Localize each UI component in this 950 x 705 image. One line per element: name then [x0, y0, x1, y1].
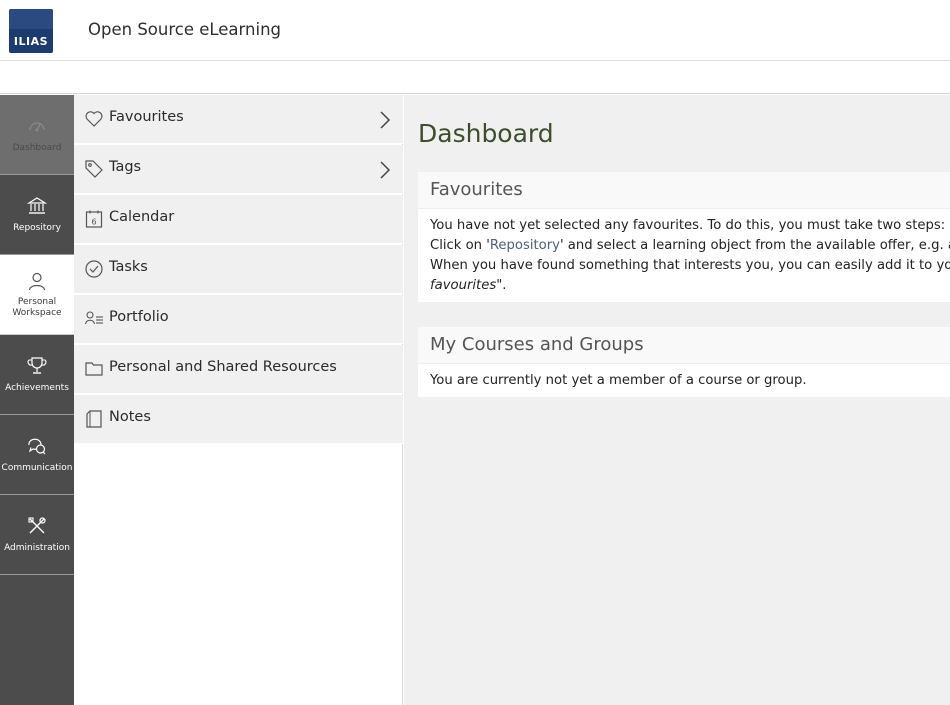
- logo-glare: [9, 9, 53, 29]
- mainbar-item-personal-workspace[interactable]: Personal Workspace: [0, 255, 74, 335]
- header-bar: ILIAS Open Source eLearning: [0, 0, 950, 61]
- favourites-text-line4: favourites".: [430, 276, 950, 296]
- slate-item-label: Calendar: [109, 209, 175, 225]
- chevron-right-icon: [379, 160, 391, 180]
- slate-item-label: Favourites: [109, 109, 184, 125]
- slate-item-portfolio[interactable]: Portfolio: [74, 295, 403, 344]
- mainbar-item-repository[interactable]: Repository: [0, 175, 74, 255]
- site-title[interactable]: Open Source eLearning: [88, 20, 281, 39]
- mainbar-label-line1: Personal: [17, 297, 57, 307]
- slate-item-label: Portfolio: [109, 309, 169, 325]
- text-fragment: ' and select a learning object from the …: [559, 238, 950, 253]
- panel-body: You have not yet selected any favourites…: [418, 209, 950, 302]
- panel-body: You are currently not yet a member of a …: [430, 373, 807, 388]
- mainbar-label: Administration: [4, 543, 70, 553]
- mainbar-item-achievements[interactable]: Achievements: [0, 335, 74, 415]
- mainbar: Dashboard Repository Personal Workspace …: [0, 95, 74, 705]
- heart-icon: [84, 109, 104, 129]
- notes-icon: [84, 409, 104, 429]
- folder-icon: [84, 359, 104, 379]
- chevron-right-icon: [379, 110, 391, 130]
- meta-bar: [0, 62, 950, 94]
- favourites-text-line2: Click on 'Repository' and select a learn…: [430, 236, 950, 256]
- repository-icon: [0, 196, 74, 216]
- text-fragment: ".: [496, 278, 507, 293]
- my-courses-groups-panel: My Courses and Groups You are currently …: [418, 327, 950, 397]
- slate-item-favourites[interactable]: Favourites: [74, 95, 403, 144]
- favourites-panel: Favourites You have not yet selected any…: [418, 172, 950, 302]
- page-title: Dashboard: [418, 119, 554, 148]
- logo-text: ILIAS: [13, 35, 49, 48]
- personal-workspace-slate: Favourites Tags 6 Calendar Tasks Portfol…: [74, 95, 403, 705]
- mainbar-item-communication[interactable]: Communication: [0, 415, 74, 495]
- mainbar-label: Repository: [13, 223, 61, 233]
- portfolio-icon: [84, 309, 104, 329]
- text-fragment: Click on ': [430, 238, 490, 253]
- tools-icon: [0, 516, 74, 536]
- mainbar-label-line2: Workspace: [12, 308, 62, 318]
- trophy-icon: [0, 356, 74, 376]
- main-content: Dashboard Favourites You have not yet se…: [404, 95, 950, 705]
- mainbar-label: Communication: [1, 463, 73, 473]
- panel-title: Favourites: [418, 172, 950, 209]
- calendar-day: 6: [91, 218, 96, 227]
- repository-link[interactable]: Repository: [490, 238, 560, 253]
- person-icon: [0, 271, 74, 291]
- slate-item-tags[interactable]: Tags: [74, 145, 403, 194]
- slate-item-personal-shared-resources[interactable]: Personal and Shared Resources: [74, 345, 403, 394]
- slate-item-label: Notes: [109, 409, 151, 425]
- slate-item-notes[interactable]: Notes: [74, 395, 403, 444]
- favourites-text-line1: You have not yet selected any favourites…: [430, 218, 946, 233]
- slate-item-tasks[interactable]: Tasks: [74, 245, 403, 294]
- mainbar-label: Achievements: [5, 383, 69, 393]
- slate-item-label: Tasks: [109, 259, 148, 275]
- chat-icon: [0, 436, 74, 456]
- slate-item-label: Tags: [109, 159, 142, 175]
- favourites-emphasis: favourites: [430, 278, 497, 293]
- mainbar-label: Personal Workspace: [0, 297, 74, 319]
- mainbar-item-administration[interactable]: Administration: [0, 495, 74, 575]
- slate-item-calendar[interactable]: 6 Calendar: [74, 195, 403, 244]
- tag-icon: [84, 159, 104, 179]
- mainbar-label: Dashboard: [12, 143, 62, 153]
- ilias-logo[interactable]: ILIAS: [9, 9, 53, 53]
- mainbar-item-dashboard[interactable]: Dashboard: [0, 95, 74, 175]
- favourites-text-line3: When you have found something that inter…: [430, 258, 950, 273]
- check-circle-icon: [84, 259, 104, 279]
- dashboard-icon: [0, 116, 74, 136]
- panel-title: My Courses and Groups: [418, 327, 950, 364]
- calendar-icon: 6: [84, 209, 104, 229]
- slate-item-label: Personal and Shared Resources: [109, 359, 337, 375]
